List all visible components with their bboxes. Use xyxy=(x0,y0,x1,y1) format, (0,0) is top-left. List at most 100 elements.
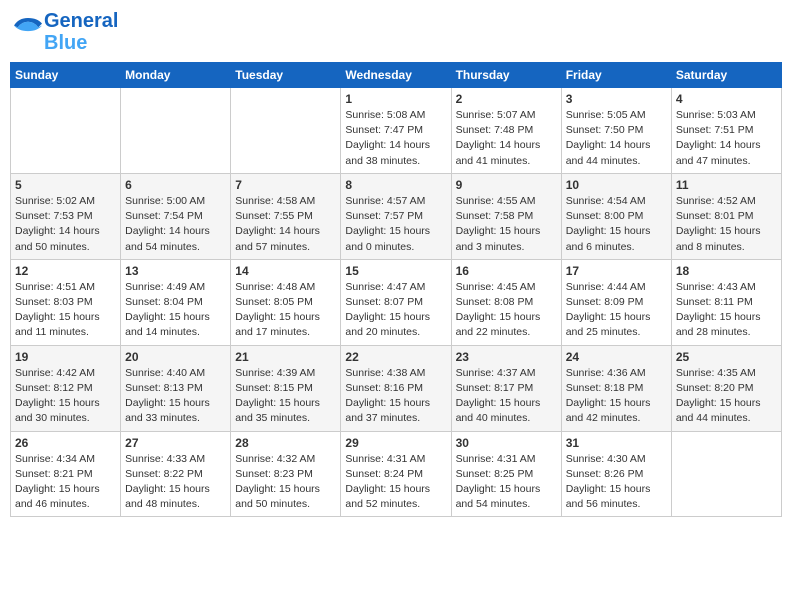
calendar-table: SundayMondayTuesdayWednesdayThursdayFrid… xyxy=(10,62,782,517)
weekday-header-wednesday: Wednesday xyxy=(341,63,451,88)
day-number: 17 xyxy=(566,264,667,278)
day-info: Sunrise: 4:47 AMSunset: 8:07 PMDaylight:… xyxy=(345,280,446,341)
calendar-cell: 13 Sunrise: 4:49 AMSunset: 8:04 PMDayligh… xyxy=(121,259,231,345)
day-number: 23 xyxy=(456,350,557,364)
calendar-cell: 19 Sunrise: 4:42 AMSunset: 8:12 PMDayligh… xyxy=(11,345,121,431)
day-number: 13 xyxy=(125,264,226,278)
day-number: 9 xyxy=(456,178,557,192)
calendar-cell: 21 Sunrise: 4:39 AMSunset: 8:15 PMDayligh… xyxy=(231,345,341,431)
day-number: 3 xyxy=(566,92,667,106)
day-number: 2 xyxy=(456,92,557,106)
page-header: GeneralBlue xyxy=(10,10,782,54)
day-number: 12 xyxy=(15,264,116,278)
day-info: Sunrise: 4:48 AMSunset: 8:05 PMDaylight:… xyxy=(235,280,336,341)
calendar-week-4: 19 Sunrise: 4:42 AMSunset: 8:12 PMDayligh… xyxy=(11,345,782,431)
calendar-cell: 1 Sunrise: 5:08 AMSunset: 7:47 PMDaylight… xyxy=(341,88,451,174)
calendar-cell: 10Sunrise: 4:54 AMSunset: 8:00 PMDayligh… xyxy=(561,173,671,259)
day-number: 8 xyxy=(345,178,446,192)
calendar-cell: 7Sunrise: 4:58 AMSunset: 7:55 PMDaylight… xyxy=(231,173,341,259)
calendar-cell: 26Sunrise: 4:34 AMSunset: 8:21 PMDayligh… xyxy=(11,431,121,517)
day-info: Sunrise: 4:31 AMSunset: 8:25 PMDaylight:… xyxy=(456,452,557,513)
weekday-header-sunday: Sunday xyxy=(11,63,121,88)
day-info: Sunrise: 4:35 AMSunset: 8:20 PMDaylight:… xyxy=(676,366,777,427)
calendar-cell: 29 Sunrise: 4:31 AMSunset: 8:24 PMDayligh… xyxy=(341,431,451,517)
day-info: Sunrise: 4:33 AMSunset: 8:22 PMDaylight:… xyxy=(125,452,226,513)
day-info: Sunrise: 4:45 AMSunset: 8:08 PMDaylight:… xyxy=(456,280,557,341)
calendar-cell: 12 Sunrise: 4:51 AMSunset: 8:03 PMDayligh… xyxy=(11,259,121,345)
calendar-cell: 11 Sunrise: 4:52 AMSunset: 8:01 PMDayligh… xyxy=(671,173,781,259)
calendar-cell: 17 Sunrise: 4:44 AMSunset: 8:09 PMDayligh… xyxy=(561,259,671,345)
day-number: 26 xyxy=(15,436,116,450)
calendar-cell: 5 Sunrise: 5:02 AMSunset: 7:53 PMDaylight… xyxy=(11,173,121,259)
day-info: Sunrise: 4:44 AMSunset: 8:09 PMDaylight:… xyxy=(566,280,667,341)
weekday-header-friday: Friday xyxy=(561,63,671,88)
day-info: Sunrise: 4:38 AMSunset: 8:16 PMDaylight:… xyxy=(345,366,446,427)
calendar-cell: 16 Sunrise: 4:45 AMSunset: 8:08 PMDayligh… xyxy=(451,259,561,345)
day-info: Sunrise: 4:43 AMSunset: 8:11 PMDaylight:… xyxy=(676,280,777,341)
calendar-cell xyxy=(121,88,231,174)
day-info: Sunrise: 4:39 AMSunset: 8:15 PMDaylight:… xyxy=(235,366,336,427)
calendar-cell: 18 Sunrise: 4:43 AMSunset: 8:11 PMDayligh… xyxy=(671,259,781,345)
day-info: Sunrise: 4:58 AMSunset: 7:55 PMDaylight:… xyxy=(235,194,336,255)
day-number: 11 xyxy=(676,178,777,192)
calendar-cell: 23 Sunrise: 4:37 AMSunset: 8:17 PMDayligh… xyxy=(451,345,561,431)
day-info: Sunrise: 4:52 AMSunset: 8:01 PMDaylight:… xyxy=(676,194,777,255)
calendar-week-3: 12 Sunrise: 4:51 AMSunset: 8:03 PMDayligh… xyxy=(11,259,782,345)
day-info: Sunrise: 4:31 AMSunset: 8:24 PMDaylight:… xyxy=(345,452,446,513)
day-number: 31 xyxy=(566,436,667,450)
day-info: Sunrise: 5:08 AMSunset: 7:47 PMDaylight:… xyxy=(345,108,446,169)
logo-text: GeneralBlue xyxy=(44,10,118,54)
weekday-header-tuesday: Tuesday xyxy=(231,63,341,88)
calendar-cell: 6Sunrise: 5:00 AMSunset: 7:54 PMDaylight… xyxy=(121,173,231,259)
day-number: 19 xyxy=(15,350,116,364)
calendar-cell: 20 Sunrise: 4:40 AMSunset: 8:13 PMDayligh… xyxy=(121,345,231,431)
day-number: 1 xyxy=(345,92,446,106)
day-number: 6 xyxy=(125,178,226,192)
logo-icon xyxy=(14,18,42,46)
day-info: Sunrise: 4:55 AMSunset: 7:58 PMDaylight:… xyxy=(456,194,557,255)
day-info: Sunrise: 4:57 AMSunset: 7:57 PMDaylight:… xyxy=(345,194,446,255)
calendar-cell: 4 Sunrise: 5:03 AMSunset: 7:51 PMDaylight… xyxy=(671,88,781,174)
calendar-week-5: 26Sunrise: 4:34 AMSunset: 8:21 PMDayligh… xyxy=(11,431,782,517)
logo: GeneralBlue xyxy=(14,10,118,54)
day-info: Sunrise: 4:36 AMSunset: 8:18 PMDaylight:… xyxy=(566,366,667,427)
calendar-cell: 14 Sunrise: 4:48 AMSunset: 8:05 PMDayligh… xyxy=(231,259,341,345)
day-number: 14 xyxy=(235,264,336,278)
weekday-header-monday: Monday xyxy=(121,63,231,88)
calendar-cell: 3Sunrise: 5:05 AMSunset: 7:50 PMDaylight… xyxy=(561,88,671,174)
calendar-cell xyxy=(671,431,781,517)
day-number: 28 xyxy=(235,436,336,450)
day-number: 29 xyxy=(345,436,446,450)
day-number: 30 xyxy=(456,436,557,450)
day-info: Sunrise: 4:51 AMSunset: 8:03 PMDaylight:… xyxy=(15,280,116,341)
calendar-cell: 27 Sunrise: 4:33 AMSunset: 8:22 PMDayligh… xyxy=(121,431,231,517)
calendar-cell xyxy=(11,88,121,174)
day-info: Sunrise: 4:32 AMSunset: 8:23 PMDaylight:… xyxy=(235,452,336,513)
calendar-cell xyxy=(231,88,341,174)
day-number: 5 xyxy=(15,178,116,192)
day-number: 21 xyxy=(235,350,336,364)
day-info: Sunrise: 4:40 AMSunset: 8:13 PMDaylight:… xyxy=(125,366,226,427)
weekday-header-thursday: Thursday xyxy=(451,63,561,88)
day-info: Sunrise: 5:02 AMSunset: 7:53 PMDaylight:… xyxy=(15,194,116,255)
day-info: Sunrise: 4:42 AMSunset: 8:12 PMDaylight:… xyxy=(15,366,116,427)
day-number: 20 xyxy=(125,350,226,364)
day-number: 22 xyxy=(345,350,446,364)
calendar-week-1: 1 Sunrise: 5:08 AMSunset: 7:47 PMDaylight… xyxy=(11,88,782,174)
day-info: Sunrise: 4:49 AMSunset: 8:04 PMDaylight:… xyxy=(125,280,226,341)
day-info: Sunrise: 4:37 AMSunset: 8:17 PMDaylight:… xyxy=(456,366,557,427)
calendar-cell: 9 Sunrise: 4:55 AMSunset: 7:58 PMDaylight… xyxy=(451,173,561,259)
day-number: 4 xyxy=(676,92,777,106)
calendar-cell: 24 Sunrise: 4:36 AMSunset: 8:18 PMDayligh… xyxy=(561,345,671,431)
calendar-cell: 28 Sunrise: 4:32 AMSunset: 8:23 PMDayligh… xyxy=(231,431,341,517)
day-info: Sunrise: 5:07 AMSunset: 7:48 PMDaylight:… xyxy=(456,108,557,169)
day-number: 18 xyxy=(676,264,777,278)
day-number: 27 xyxy=(125,436,226,450)
calendar-cell: 31Sunrise: 4:30 AMSunset: 8:26 PMDayligh… xyxy=(561,431,671,517)
day-info: Sunrise: 5:03 AMSunset: 7:51 PMDaylight:… xyxy=(676,108,777,169)
day-number: 24 xyxy=(566,350,667,364)
calendar-cell: 2 Sunrise: 5:07 AMSunset: 7:48 PMDaylight… xyxy=(451,88,561,174)
day-number: 16 xyxy=(456,264,557,278)
calendar-cell: 25Sunrise: 4:35 AMSunset: 8:20 PMDayligh… xyxy=(671,345,781,431)
calendar-cell: 15Sunrise: 4:47 AMSunset: 8:07 PMDayligh… xyxy=(341,259,451,345)
